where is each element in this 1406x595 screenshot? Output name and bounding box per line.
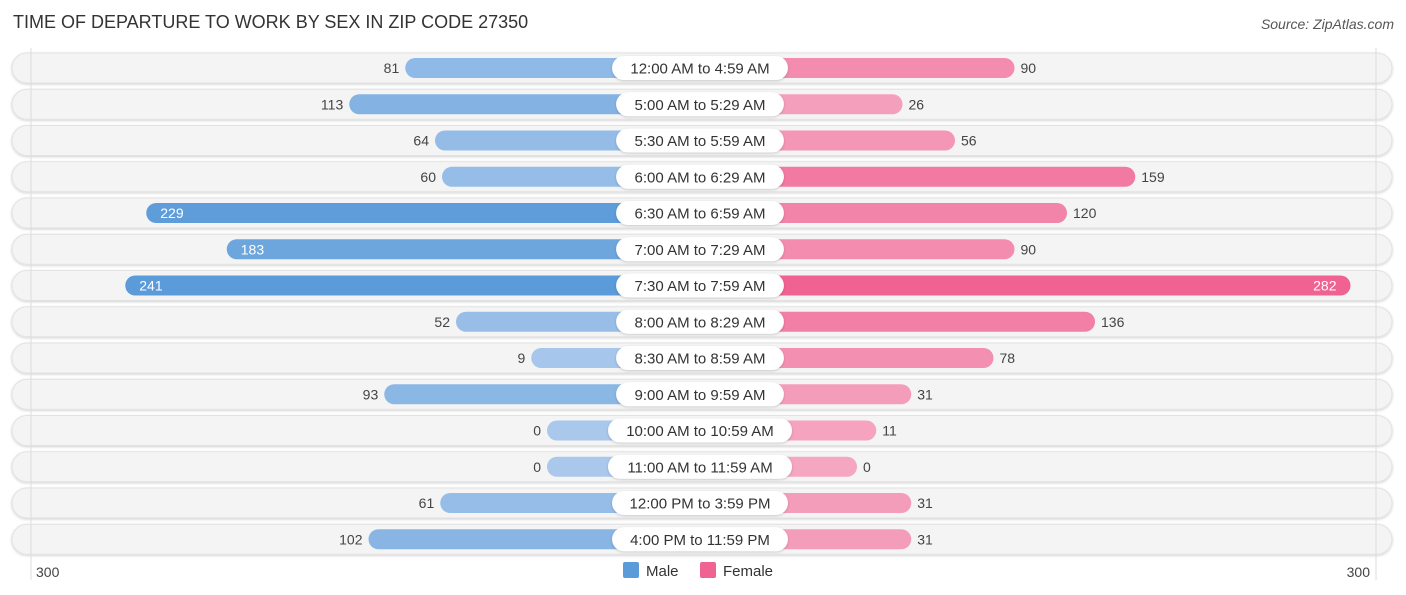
legend-label-female: Female: [723, 563, 773, 580]
value-label-male: 52: [434, 314, 450, 330]
value-label-female: 78: [1000, 350, 1016, 366]
value-label-male: 102: [339, 531, 363, 547]
value-label-female: 31: [917, 531, 933, 547]
value-label-female: 31: [917, 495, 933, 511]
value-label-female: 31: [917, 386, 933, 402]
chart-row: 60 159 6:00 AM to 6:29 AM: [11, 161, 1393, 193]
category-label: 10:00 AM to 10:59 AM: [626, 423, 774, 440]
legend-label-male: Male: [646, 563, 679, 580]
value-label-female: 136: [1101, 314, 1125, 330]
butterfly-bar-chart: 81 9012:00 AM to 4:59 AM113 265:00 AM to 5…: [11, 48, 1393, 580]
chart-row: 81 90 12:00 AM to 4:59 AM: [11, 52, 1393, 84]
chart-row: 241 282 7:30 AM to 7:59 AM: [11, 270, 1393, 301]
value-label-male: 93: [363, 386, 379, 402]
value-label-female: 11: [882, 423, 897, 439]
value-label-female: 26: [909, 96, 925, 112]
category-label: 11:00 AM to 11:59 AM: [627, 459, 772, 476]
value-label-female: 0: [863, 459, 871, 475]
value-label-male: 229: [160, 205, 184, 221]
legend-swatch-female: [700, 562, 716, 578]
value-label-female: 120: [1073, 205, 1097, 221]
value-label-male: 0: [533, 423, 541, 439]
value-label-male: 241: [139, 278, 163, 294]
bar-female: [702, 275, 1351, 296]
value-label-male: 183: [241, 241, 265, 257]
chart-row: 52 136 8:00 AM to 8:29 AM: [11, 306, 1393, 338]
value-label-male: 9: [517, 350, 525, 366]
category-label: 12:00 PM to 3:59 PM: [630, 496, 771, 513]
category-label: 12:00 AM to 4:59 AM: [630, 61, 769, 78]
value-label-female: 90: [1021, 241, 1037, 257]
category-label: 6:30 AM to 6:59 AM: [635, 206, 766, 223]
value-label-male: 0: [533, 459, 541, 475]
chart-row: 183 90 7:00 AM to 7:29 AM: [11, 233, 1393, 265]
value-label-male: 64: [413, 133, 429, 149]
legend-swatch-male: [623, 562, 639, 578]
chart-row: 0 11 10:00 AM to 10:59 AM: [11, 415, 1393, 446]
category-label: 9:00 AM to 9:59 AM: [635, 387, 766, 404]
category-label: 7:00 AM to 7:29 AM: [635, 242, 766, 259]
chart-row: 64 56 5:30 AM to 5:59 AM: [11, 125, 1393, 156]
chart-row: 0 0 11:00 AM to 11:59 AM: [11, 451, 1393, 483]
chart-row: 93 31 9:00 AM to 9:59 AM: [11, 378, 1393, 410]
axis-label-right: 300: [1347, 564, 1371, 580]
axis-label-left: 300: [36, 564, 60, 580]
category-label: 6:00 AM to 6:29 AM: [635, 169, 766, 186]
value-label-male: 61: [419, 495, 435, 511]
value-label-male: 60: [420, 169, 436, 185]
value-label-female: 56: [961, 133, 977, 149]
value-label-male: 81: [384, 60, 400, 76]
chart-row: 229 120 6:30 AM to 6:59 AM: [11, 197, 1393, 229]
value-label-female: 90: [1021, 60, 1037, 76]
category-label: 8:00 AM to 8:29 AM: [635, 314, 766, 331]
category-label: 4:00 PM to 11:59 PM: [630, 532, 770, 549]
category-label: 5:00 AM to 5:29 AM: [635, 97, 766, 114]
category-label: 8:30 AM to 8:59 AM: [635, 351, 766, 368]
value-label-female: 159: [1141, 169, 1165, 185]
chart-row: 61 31 12:00 PM to 3:59 PM: [11, 487, 1393, 519]
chart-row: 113 26 5:00 AM to 5:29 AM: [11, 88, 1393, 120]
value-label-male: 113: [321, 96, 344, 112]
category-label: 7:30 AM to 7:59 AM: [635, 278, 766, 295]
category-label: 5:30 AM to 5:59 AM: [635, 133, 766, 150]
bar-male: [125, 275, 702, 296]
legend: Male Female: [623, 562, 773, 580]
chart-row: 102 31 4:00 PM to 11:59 PM: [11, 523, 1393, 555]
chart-row: 9 78 8:30 AM to 8:59 AM: [11, 342, 1393, 374]
value-label-female: 282: [1313, 278, 1337, 294]
